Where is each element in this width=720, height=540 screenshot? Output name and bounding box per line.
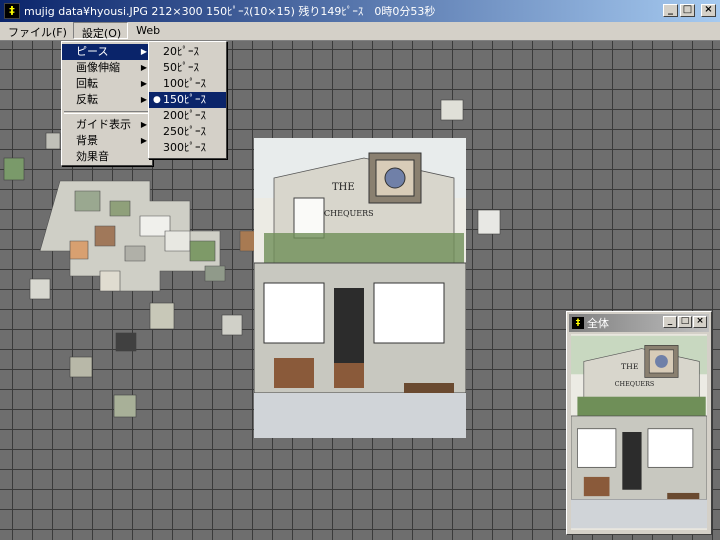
puzzle-piece[interactable] bbox=[29, 278, 51, 300]
piece-count-submenu: 20ﾋﾟｰｽ 50ﾋﾟｰｽ 100ﾋﾟｰｽ ● 150ﾋﾟｰｽ 200ﾋﾟｰｽ 2… bbox=[148, 41, 227, 159]
pub-illustration: THE CHEQUERS bbox=[254, 138, 466, 438]
overview-sign-the: THE bbox=[621, 362, 638, 371]
menu-item-rotation[interactable]: 回転 ▶ bbox=[62, 76, 152, 92]
menu-item-sound[interactable]: 効果音 bbox=[62, 149, 152, 165]
piece-option-150[interactable]: ● 150ﾋﾟｰｽ bbox=[149, 92, 226, 108]
submenu-arrow-icon: ▶ bbox=[140, 120, 147, 129]
menu-item-label: 回転 bbox=[76, 77, 98, 90]
menu-item-label: ガイド表示 bbox=[76, 118, 131, 131]
piece-option-label: 200ﾋﾟｰｽ bbox=[163, 109, 206, 122]
overview-title-bar[interactable]: ‡ 全体 _ □ × bbox=[569, 314, 709, 332]
piece-option-300[interactable]: 300ﾋﾟｰｽ bbox=[149, 140, 226, 156]
piece-option-label: 20ﾋﾟｰｽ bbox=[163, 45, 199, 58]
overview-window-controls: _ □ × bbox=[663, 316, 707, 328]
puzzle-piece[interactable] bbox=[115, 332, 137, 352]
settings-menu: ピース ▶ 画像伸縮 ▶ 回転 ▶ 反転 ▶ ガイド表示 ▶ 背景 ▶ 効果音 bbox=[61, 41, 153, 166]
piece-option-label: 50ﾋﾟｰｽ bbox=[163, 61, 199, 74]
menu-bar: ファイル(F) 設定(O) Web bbox=[0, 22, 720, 41]
menu-item-flip[interactable]: 反転 ▶ bbox=[62, 92, 152, 108]
menu-separator bbox=[64, 111, 150, 114]
selected-bullet-icon: ● bbox=[153, 95, 161, 105]
menu-item-image-scale[interactable]: 画像伸縮 ▶ bbox=[62, 60, 152, 76]
puzzle-piece[interactable] bbox=[69, 356, 93, 378]
piece-option-200[interactable]: 200ﾋﾟｰｽ bbox=[149, 108, 226, 124]
puzzle-piece[interactable] bbox=[440, 99, 464, 121]
overview-sign-chequers: CHEQUERS bbox=[615, 380, 655, 388]
window-title: mujig data¥hyousi.JPG 212×300 150ﾋﾟｰｽ(10… bbox=[24, 5, 436, 18]
puzzle-app-icon[interactable]: ‡ bbox=[4, 3, 20, 19]
menu-item-piece[interactable]: ピース ▶ bbox=[62, 44, 152, 60]
menu-item-label: ピース bbox=[76, 45, 109, 58]
piece-cluster[interactable] bbox=[39, 180, 221, 292]
puzzle-piece[interactable] bbox=[113, 394, 137, 418]
submenu-arrow-icon: ▶ bbox=[140, 63, 147, 72]
overview-illustration: THE CHEQUERS bbox=[571, 335, 707, 529]
menu-item-label: 背景 bbox=[76, 134, 98, 147]
sign-chequers: CHEQUERS bbox=[324, 209, 374, 218]
submenu-arrow-icon: ▶ bbox=[140, 95, 147, 104]
menu-file[interactable]: ファイル(F) bbox=[0, 22, 73, 39]
minimize-button[interactable]: _ bbox=[663, 4, 678, 17]
menu-item-label: 効果音 bbox=[76, 150, 109, 163]
menu-item-background[interactable]: 背景 ▶ bbox=[62, 133, 152, 149]
submenu-arrow-icon: ▶ bbox=[140, 79, 147, 88]
overview-maximize-button[interactable]: □ bbox=[678, 316, 692, 328]
piece-option-50[interactable]: 50ﾋﾟｰｽ bbox=[149, 60, 226, 76]
puzzle-piece[interactable] bbox=[3, 157, 25, 181]
puzzle-piece[interactable] bbox=[477, 209, 501, 235]
piece-option-100[interactable]: 100ﾋﾟｰｽ bbox=[149, 76, 226, 92]
menu-item-label: 反転 bbox=[76, 93, 98, 106]
piece-option-label: 150ﾋﾟｰｽ bbox=[163, 93, 206, 106]
piece-option-250[interactable]: 250ﾋﾟｰｽ bbox=[149, 124, 226, 140]
menu-item-guide[interactable]: ガイド表示 ▶ bbox=[62, 117, 152, 133]
menu-item-label: 画像伸縮 bbox=[76, 61, 120, 74]
piece-option-label: 100ﾋﾟｰｽ bbox=[163, 77, 206, 90]
overview-close-button[interactable]: × bbox=[693, 316, 707, 328]
overview-minimize-button[interactable]: _ bbox=[663, 316, 677, 328]
maximize-button[interactable]: □ bbox=[680, 4, 695, 17]
menu-web[interactable]: Web bbox=[128, 22, 166, 39]
puzzle-image[interactable]: THE CHEQUERS bbox=[254, 138, 466, 438]
title-bar: ‡ mujig data¥hyousi.JPG 212×300 150ﾋﾟｰｽ(… bbox=[0, 0, 720, 22]
window-controls: _ □ × bbox=[663, 4, 716, 17]
menu-settings[interactable]: 設定(O) bbox=[72, 22, 129, 40]
piece-option-20[interactable]: 20ﾋﾟｰｽ bbox=[149, 44, 226, 60]
overview-window[interactable]: ‡ 全体 _ □ × THE CHEQUERS bbox=[566, 311, 712, 535]
overview-title: 全体 bbox=[587, 317, 609, 330]
puzzle-piece[interactable] bbox=[45, 132, 61, 150]
puzzle-piece[interactable] bbox=[221, 314, 243, 336]
sign-the: THE bbox=[332, 182, 355, 193]
piece-option-label: 250ﾋﾟｰｽ bbox=[163, 125, 206, 138]
submenu-arrow-icon: ▶ bbox=[140, 136, 147, 145]
close-button[interactable]: × bbox=[701, 4, 716, 17]
piece-option-label: 300ﾋﾟｰｽ bbox=[163, 141, 206, 154]
overview-image: THE CHEQUERS bbox=[571, 334, 707, 530]
puzzle-piece[interactable] bbox=[149, 302, 175, 330]
puzzle-app-icon: ‡ bbox=[572, 317, 584, 329]
submenu-arrow-icon: ▶ bbox=[140, 47, 147, 56]
